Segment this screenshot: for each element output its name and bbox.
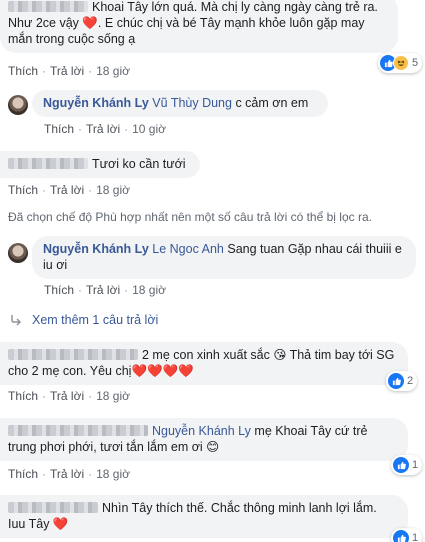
like-link[interactable]: Thích	[44, 283, 74, 297]
commenter-name-blurred	[8, 349, 138, 360]
comment-actions: Thích · Trả lời · 18 giờ	[8, 389, 130, 403]
like-reaction-icon	[388, 373, 404, 389]
comment-bubble: Khoai Tây lớn quá. Mà chị ly càng ngày c…	[0, 0, 398, 53]
reply-actions: Thích · Trả lời · 18 giờ	[44, 283, 166, 297]
comment-actions: Thích · Trả lời · 18 giờ	[8, 183, 130, 197]
mention-link[interactable]: Le Ngoc Anh	[152, 242, 224, 256]
like-reaction-icon	[393, 457, 409, 473]
reaction-count: 1	[412, 459, 419, 471]
reply-link[interactable]: Trả lời	[86, 283, 120, 297]
filter-notice: Đã chọn chế độ Phù hợp nhất nên một số c…	[8, 210, 372, 224]
timestamp[interactable]: 18 giờ	[96, 64, 130, 78]
like-link[interactable]: Thích	[8, 467, 38, 481]
reply-link[interactable]: Trả lời	[50, 467, 84, 481]
author-name[interactable]: Nguyễn Khánh Ly	[43, 96, 149, 110]
timestamp[interactable]: 18 giờ	[96, 467, 130, 481]
timestamp[interactable]: 18 giờ	[96, 183, 130, 197]
comment-bubble: Tươi ko cần tưới	[0, 151, 200, 178]
reply-bubble: Nguyễn Khánh Ly Vũ Thùy Dung c cảm ơn em	[32, 90, 328, 117]
reply-text: c cảm ơn em	[235, 96, 309, 110]
commenter-name-blurred	[8, 502, 98, 513]
reply-link[interactable]: Trả lời	[50, 389, 84, 403]
reply-actions: Thích · Trả lời · 10 giờ	[44, 122, 166, 136]
haha-reaction-icon	[393, 55, 409, 71]
commenter-name-blurred	[8, 425, 148, 436]
author-name[interactable]: Nguyễn Khánh Ly	[43, 242, 149, 256]
comment-bubble: Nhìn Tây thích thế. Chắc thông minh lanh…	[0, 495, 408, 538]
reaction-summary[interactable]: 1	[391, 455, 423, 475]
comment-bubble: 2 mẹ con xinh xuất sắc 😘 Thả tim bay tới…	[0, 342, 408, 385]
mention-link[interactable]: Nguyễn Khánh Ly	[152, 424, 251, 438]
reaction-count: 1	[412, 532, 419, 542]
commenter-name-blurred	[8, 1, 88, 12]
reply-arrow-icon	[11, 315, 22, 326]
avatar[interactable]	[8, 243, 28, 263]
reaction-summary[interactable]: 1	[391, 528, 423, 542]
comment-actions: Thích · Trả lời · 18 giờ	[8, 467, 130, 481]
like-link[interactable]: Thích	[44, 122, 74, 136]
mention-link[interactable]: Vũ Thùy Dung	[152, 96, 232, 110]
like-link[interactable]: Thích	[8, 183, 38, 197]
timestamp[interactable]: 10 giờ	[132, 122, 166, 136]
view-more-replies-label: Xem thêm 1 câu trả lời	[32, 313, 159, 327]
view-more-replies-link[interactable]: Xem thêm 1 câu trả lời	[10, 313, 158, 327]
reply-link[interactable]: Trả lời	[86, 122, 120, 136]
timestamp[interactable]: 18 giờ	[96, 389, 130, 403]
reaction-count: 5	[412, 57, 419, 69]
reaction-summary[interactable]: 5	[378, 53, 423, 73]
like-link[interactable]: Thích	[8, 389, 38, 403]
reply-link[interactable]: Trả lời	[50, 64, 84, 78]
avatar[interactable]	[8, 95, 28, 115]
comment-bubble: Nguyễn Khánh Ly mẹ Khoai Tây cứ trẻ trun…	[0, 418, 408, 461]
timestamp[interactable]: 18 giờ	[132, 283, 166, 297]
comment-text: Tươi ko cần tưới	[92, 157, 186, 171]
comment-actions: Thích · Trả lời · 18 giờ	[8, 64, 130, 78]
commenter-name-blurred	[8, 158, 88, 169]
reply-link[interactable]: Trả lời	[50, 183, 84, 197]
like-link[interactable]: Thích	[8, 64, 38, 78]
like-reaction-icon	[393, 530, 409, 542]
reaction-summary[interactable]: 2	[386, 371, 418, 391]
reply-bubble: Nguyễn Khánh Ly Le Ngoc Anh Sang tuan Gặ…	[32, 236, 416, 279]
reaction-count: 2	[407, 375, 414, 387]
